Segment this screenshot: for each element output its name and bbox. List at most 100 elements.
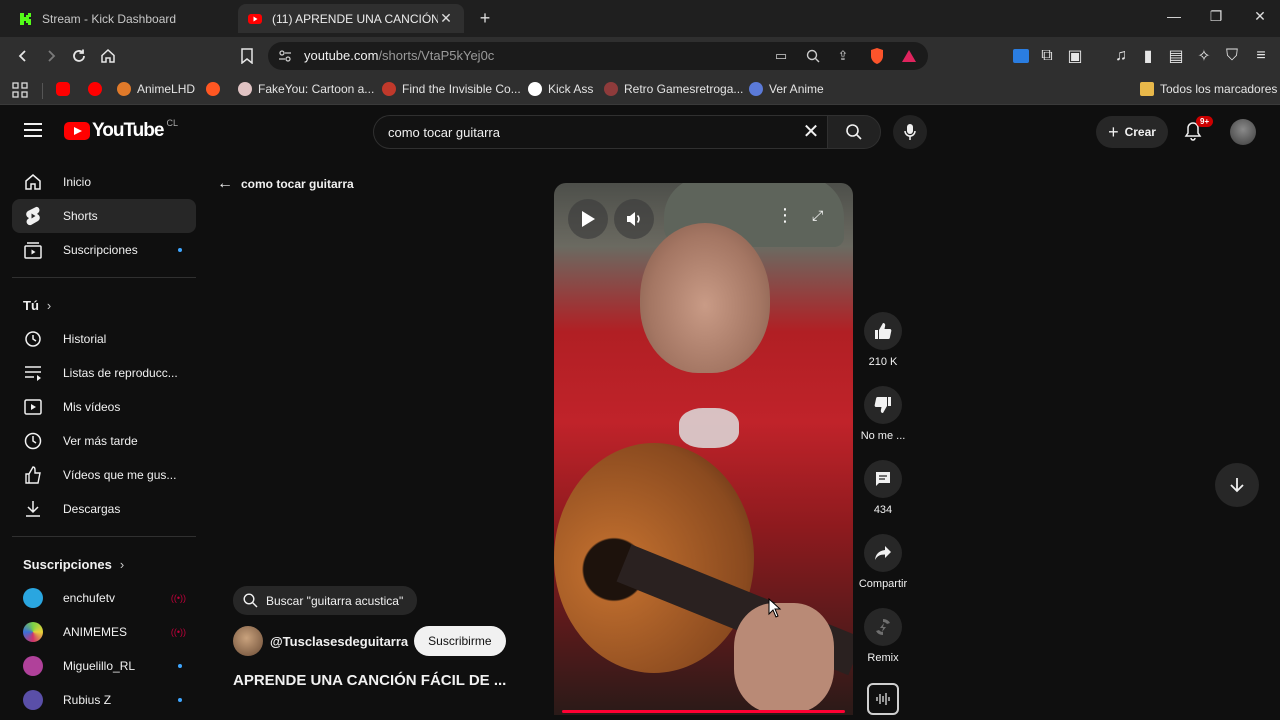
bookmark-find-invisible[interactable]: Find the Invisible Co... [382,82,521,96]
like-button[interactable]: 210 K [856,312,910,368]
tab-youtube-short[interactable]: (11) APRENDE UNA CANCIÓN FÁ ✕ [238,4,464,33]
live-indicator-icon: ((•)) [170,593,186,603]
zoom-icon[interactable] [804,47,822,65]
apps-grid-icon[interactable] [12,82,28,98]
thumbs-down-icon [874,397,891,413]
extensions-icon[interactable]: ⧉ [1036,45,1058,67]
back-icon[interactable] [12,45,34,67]
sidebar-item-shorts[interactable]: Shorts [12,199,196,233]
sidebar-item-ver-mas-tarde[interactable]: Ver más tarde [12,424,196,458]
remix-button[interactable]: Remix [856,608,910,664]
tab-kick-dashboard[interactable]: Stream - Kick Dashboard [8,4,236,33]
search-button[interactable] [827,115,881,149]
volume-button[interactable] [614,199,654,239]
more-options-icon[interactable]: ⋮ [776,205,794,226]
guide-menu-icon[interactable] [24,123,42,137]
search-icon [846,124,862,140]
forward-icon[interactable] [40,45,62,67]
sidebar-item-mis-videos[interactable]: Mis vídeos [12,390,196,424]
home-icon[interactable] [97,45,119,67]
minimize-icon[interactable]: — [1164,8,1184,24]
brave-rewards-icon[interactable] [900,47,918,65]
video-progress-bar[interactable] [562,710,845,713]
clear-search-icon[interactable]: ✕ [801,122,821,142]
subscribe-button[interactable]: Suscribirme [414,626,506,656]
kick-icon [18,11,32,26]
sound-remix-thumbnail[interactable] [867,683,899,715]
related-search-chip[interactable]: Buscar "guitarra acustica" [233,586,418,615]
channel-info: @Tusclasesdeguitarra Suscribirme [233,626,506,656]
short-video-player[interactable]: ⋮ ⤢ [554,183,853,715]
address-bar[interactable]: youtube.com/shorts/VtaP5kYej0c ▭ ⇪ [268,42,928,70]
site-settings-icon[interactable] [276,47,294,65]
new-tab-icon[interactable]: + [476,8,494,29]
sidebar-channel-animemes[interactable]: ANIMEMES ((•)) [12,615,196,649]
you-section-heading[interactable]: Tú › [12,288,196,322]
bookmark-retro-games[interactable]: Retro Gamesretroga... [604,82,743,96]
bookmark-kick-ass[interactable]: Kick Ass [528,82,593,96]
play-button[interactable] [568,199,608,239]
watch-later-icon [23,431,43,451]
short-title[interactable]: APRENDE UNA CANCIÓN FÁCIL DE ... [233,672,506,689]
thumbs-up-icon [875,323,892,339]
create-button[interactable]: + Crear [1096,116,1168,148]
reload-icon[interactable] [68,45,90,67]
media-icon[interactable]: ♫ [1110,45,1132,67]
youtube-bookmark-icon[interactable] [56,82,76,96]
voice-search-button[interactable] [893,115,927,149]
share-page-icon[interactable]: ⇪ [834,47,852,65]
sidebar-item-playlists[interactable]: Listas de reproducc... [12,356,196,390]
back-to-results[interactable]: ← como tocar guitarra [217,175,354,193]
fullscreen-icon[interactable]: ⤢ [812,207,823,224]
dislike-button-circle [864,386,902,424]
cast-icon[interactable]: ▭ [772,47,790,65]
all-bookmarks-folder[interactable]: Todos los marcadores [1140,82,1277,96]
window-close-icon[interactable]: ✕ [1250,8,1270,25]
music-bookmark-icon[interactable] [88,82,108,96]
sidebar-item-descargas[interactable]: Descargas [12,492,196,526]
video-frame-shape [679,408,739,448]
brave-shield-icon[interactable] [868,47,886,65]
sidebar-channel-miguelillo[interactable]: Miguelillo_RL [12,649,196,683]
channel-handle[interactable]: @Tusclasesdeguitarra [270,634,408,649]
subscriptions-section-heading[interactable]: Suscripciones › [12,547,196,581]
youtube-logo[interactable]: YouTube CL [64,118,178,142]
mouse-cursor-icon [768,598,782,618]
vpn-icon[interactable]: ⛉ [1221,45,1243,67]
sidebar-panel-icon[interactable]: ▮ [1137,45,1159,67]
share-button[interactable]: Compartir [856,534,910,590]
bookmark-fakeyou[interactable]: FakeYou: Cartoon a... [238,82,374,96]
sidebar-channel-rubius[interactable]: Rubius Z [12,683,196,717]
sidebar-channel-enchufetv[interactable]: enchufetv ((•)) [12,581,196,615]
menu-icon[interactable]: ≡ [1250,45,1272,67]
tab-search-icon[interactable]: ▣ [1064,45,1086,67]
youtube-play-logo-icon [64,122,90,140]
sidebar-item-liked-videos[interactable]: Vídeos que me gus... [12,458,196,492]
youtube-masthead: YouTube CL como tocar guitarra ✕ + Crear… [0,106,1280,158]
comments-button[interactable]: 434 [856,460,910,516]
leo-ai-icon[interactable]: ✧ [1193,45,1215,67]
restore-icon[interactable]: ❐ [1206,8,1226,25]
next-short-button[interactable] [1215,463,1259,507]
plus-icon: + [1108,121,1119,142]
bookmark-ver-anime[interactable]: Ver Anime [749,82,824,96]
sidebar-item-historial[interactable]: Historial [12,322,196,356]
channel-avatar[interactable] [233,626,263,656]
sidebar-item-inicio[interactable]: Inicio [12,165,196,199]
sidebar-divider [12,277,196,278]
close-tab-icon[interactable]: ✕ [438,10,454,27]
dislike-button[interactable]: No me ... [856,386,910,442]
wallet-icon[interactable]: ▤ [1165,45,1187,67]
sidebar-item-suscripciones[interactable]: Suscripciones [12,233,196,267]
comments-button-circle [864,460,902,498]
new-content-dot [178,664,182,668]
new-content-dot [178,248,182,252]
bookmark-animelhd[interactable]: AnimeLHD [117,82,195,96]
bookmark-icon[interactable] [236,45,258,67]
extension-pwa-icon[interactable] [1010,45,1032,67]
arrow-left-icon: ← [217,175,233,192]
notifications-button[interactable]: 9+ [1184,116,1214,141]
orange-bookmark-icon[interactable] [206,82,226,96]
account-avatar[interactable] [1230,119,1256,145]
search-input[interactable]: como tocar guitarra ✕ [373,115,827,149]
